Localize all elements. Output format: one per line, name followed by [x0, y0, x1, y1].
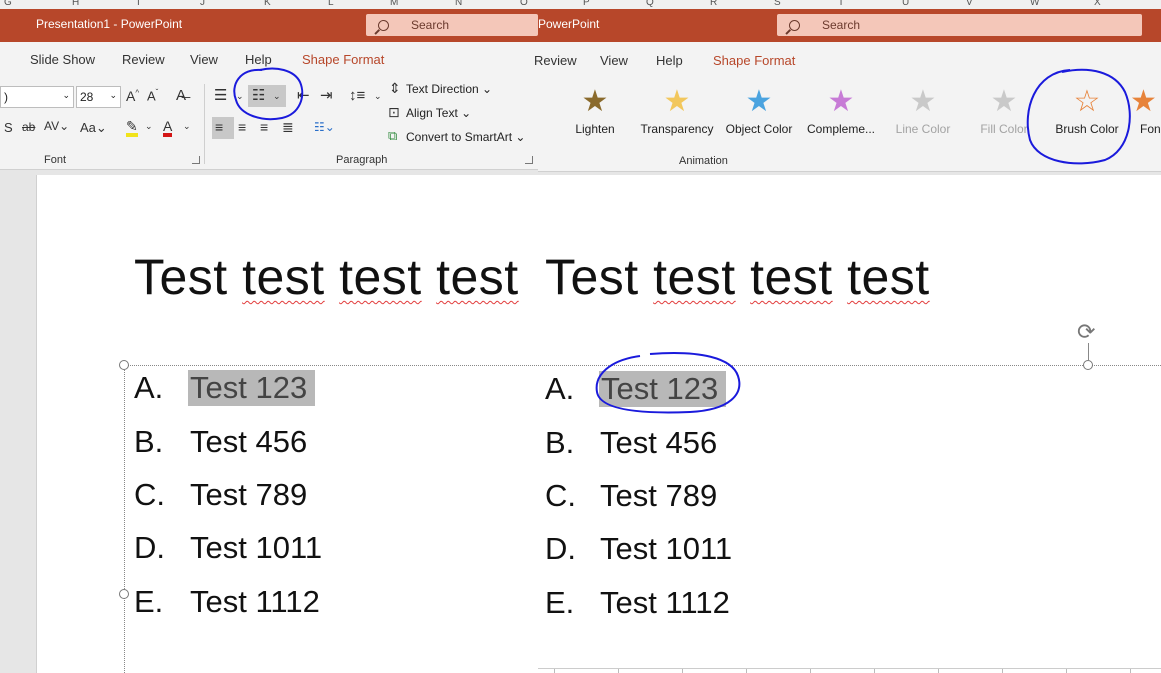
annotation-circle-list-item	[595, 351, 741, 414]
annotation-overlay	[233, 67, 1131, 414]
annotation-circle-brush-color	[1026, 68, 1131, 165]
annotation-circle-numbering	[233, 67, 304, 120]
